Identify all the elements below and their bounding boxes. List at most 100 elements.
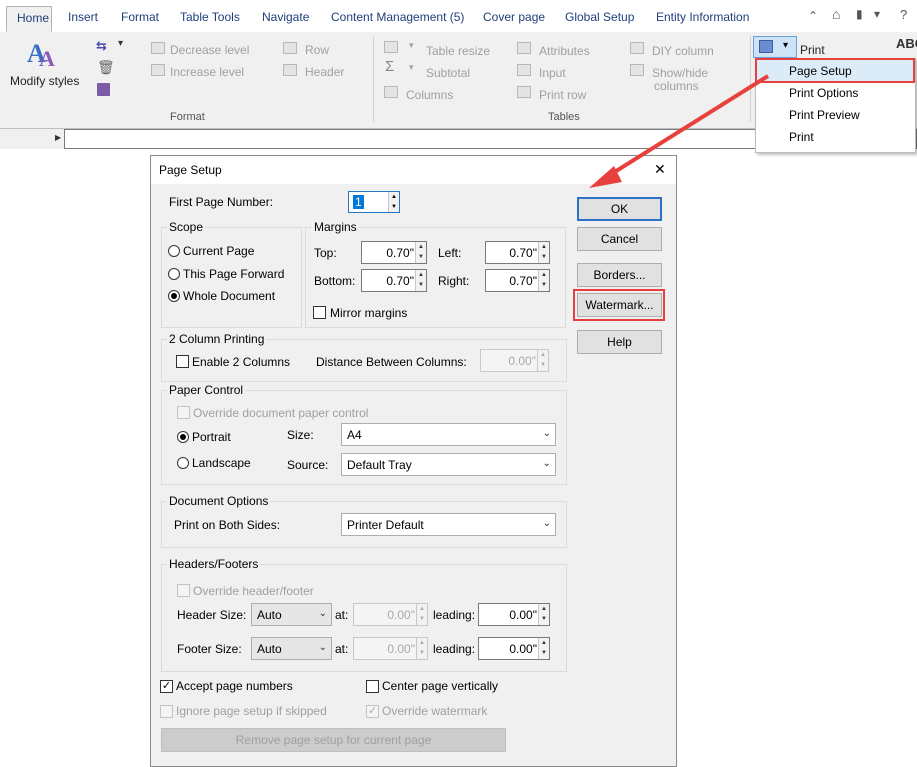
expand-arrow-icon[interactable]: ▶ [55,133,61,142]
this-page-forward-label: This Page Forward [183,267,285,281]
print-both-sides-select[interactable]: Printer Default ⌄ [341,513,556,536]
spin-arrows-icon[interactable]: ▲ ▼ [538,604,549,625]
footer-leading-label: leading: [433,642,476,656]
remove-page-setup-button[interactable]: Remove page setup for current page [161,728,506,752]
tab-home[interactable]: Home [6,6,52,32]
menu-item-page-setup[interactable]: Page Setup [789,64,852,78]
help-button[interactable]: Help [577,330,662,354]
override-paper-checkbox[interactable] [177,406,190,419]
help-question-icon[interactable]: ? [900,7,907,22]
tab-insert[interactable]: Insert [58,6,108,32]
columns-icon [384,86,398,98]
increase-level-button[interactable]: Increase level [170,65,244,79]
columns-button[interactable]: Columns [406,88,453,102]
spin-arrows-icon[interactable]: ▲ ▼ [415,270,426,291]
home-icon[interactable]: ⌂ [832,6,840,22]
header-button[interactable]: Header [305,65,344,79]
decrease-level-button[interactable]: Decrease level [170,43,249,57]
quick-access-more-icon[interactable]: ▾ [874,7,880,21]
spin-arrows-icon[interactable]: ▲ ▼ [415,242,426,263]
center-vertically-checkbox[interactable] [366,680,379,693]
mirror-margins-checkbox[interactable] [313,306,326,319]
right-margin-spinner[interactable]: 0.70" ▲ ▼ [485,269,550,292]
dialog-title: Page Setup [159,163,222,177]
spin-arrows-icon[interactable]: ▲ ▼ [416,604,427,625]
radio-portrait[interactable] [177,431,189,443]
footer-at-value: 0.00" [387,642,415,656]
radio-whole-document[interactable] [168,290,180,302]
spin-arrows-icon[interactable]: ▲ ▼ [416,638,427,659]
print-dropdown-icon[interactable]: ▾ [783,40,788,51]
ok-button[interactable]: OK [577,197,662,221]
footer-at-spinner[interactable]: 0.00" ▲ ▼ [353,637,428,660]
enable-two-columns-checkbox[interactable] [176,355,189,368]
input-button[interactable]: Input [539,66,566,80]
modify-styles-icon[interactable]: AA [26,38,60,71]
show-hide-columns-button[interactable]: Show/hide [652,66,708,80]
style-dropdown-icon[interactable]: ▾ [118,38,123,49]
footer-leading-spinner[interactable]: 0.00" ▲ ▼ [478,637,550,660]
override-watermark-checkbox[interactable]: ✓ [366,705,379,718]
menu-item-print-options[interactable]: Print Options [789,86,858,100]
bottom-margin-spinner[interactable]: 0.70" ▲ ▼ [361,269,427,292]
tab-format[interactable]: Format [111,6,169,32]
borders-button[interactable]: Borders... [577,263,662,287]
row-button[interactable]: Row [305,43,329,57]
paper-size-select[interactable]: A4 ⌄ [341,423,556,446]
spin-arrows-icon[interactable]: ▲ ▼ [538,270,549,291]
tab-global-setup[interactable]: Global Setup [555,6,644,32]
table-resize-dropdown-icon[interactable]: ▾ [409,40,414,51]
radio-landscape[interactable] [177,457,189,469]
spin-arrows-icon[interactable]: ▲ ▼ [538,638,549,659]
tab-table-tools[interactable]: Table Tools [170,6,250,32]
spin-arrows-icon[interactable]: ▲ ▼ [538,242,549,263]
trash-icon[interactable]: 🗑 [97,59,115,76]
paper-source-select[interactable]: Default Tray ⌄ [341,453,556,476]
header-at-spinner[interactable]: 0.00" ▲ ▼ [353,603,428,626]
tab-navigate[interactable]: Navigate [252,6,319,32]
menu-item-print-preview[interactable]: Print Preview [789,108,860,122]
footer-size-value: Auto [257,642,282,656]
chevron-down-icon: ⌄ [542,428,551,439]
tab-content-management[interactable]: Content Management (5) [321,6,474,32]
ribbon-tab-bar: Home Insert Format Table Tools Navigate … [0,0,917,33]
modify-styles-button[interactable]: Modify styles [10,74,79,88]
increase-level-icon [151,64,165,76]
show-hide-columns-label-2: columns [654,79,699,93]
left-margin-spinner[interactable]: 0.70" ▲ ▼ [485,241,550,264]
close-icon[interactable]: ✕ [654,161,666,178]
tab-cover-page[interactable]: Cover page [473,6,555,32]
ignore-page-setup-checkbox[interactable] [160,705,173,718]
print-button-label[interactable]: Print [800,43,825,57]
spelling-abc-icon[interactable]: ABC [896,36,917,51]
print-row-button[interactable]: Print row [539,88,586,102]
collapse-ribbon-icon[interactable]: ⌃ [808,9,818,23]
style-link-icon[interactable]: ⇆ [96,38,107,54]
distance-between-columns-spinner[interactable]: 0.00" ▲ ▼ [480,349,549,372]
spin-arrows-icon[interactable]: ▲ ▼ [388,192,399,212]
menu-item-print[interactable]: Print [789,130,814,144]
attributes-button[interactable]: Attributes [539,44,590,58]
first-page-number-spinner[interactable]: 1 ▲ ▼ [348,191,400,213]
header-leading-spinner[interactable]: 0.00" ▲ ▼ [478,603,550,626]
bookmark-icon[interactable]: ▮ [856,7,863,21]
tab-entity-information[interactable]: Entity Information [646,6,759,32]
radio-current-page[interactable] [168,245,180,257]
subtotal-dropdown-icon[interactable]: ▾ [409,62,414,73]
diy-column-icon [630,42,644,54]
table-resize-button[interactable]: Table resize [426,44,490,58]
spin-arrows-icon[interactable]: ▲ ▼ [537,350,548,371]
accept-page-numbers-checkbox[interactable]: ✓ [160,680,173,693]
first-page-number-label: First Page Number: [169,195,274,209]
header-at-label: at: [335,608,349,622]
save-icon[interactable] [97,83,110,96]
header-size-select[interactable]: Auto ⌄ [251,603,332,626]
cancel-button[interactable]: Cancel [577,227,662,251]
top-margin-spinner[interactable]: 0.70" ▲ ▼ [361,241,427,264]
radio-this-page-forward[interactable] [168,268,180,280]
subtotal-button[interactable]: Subtotal [426,66,470,80]
override-header-footer-checkbox[interactable] [177,584,190,597]
diy-column-button[interactable]: DIY column [652,44,714,58]
footer-size-select[interactable]: Auto ⌄ [251,637,332,660]
row-icon [283,42,297,54]
